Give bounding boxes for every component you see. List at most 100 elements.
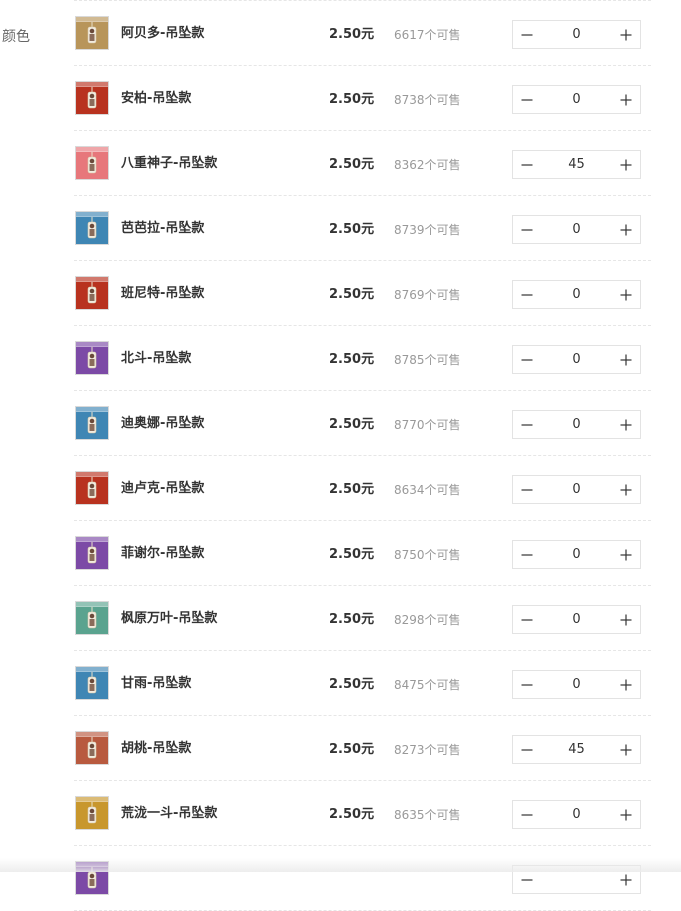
keychain-image-icon xyxy=(76,147,108,179)
decrease-button[interactable] xyxy=(513,86,541,113)
quantity-stepper xyxy=(512,540,641,569)
increase-button[interactable] xyxy=(612,411,640,438)
increase-button[interactable] xyxy=(612,541,640,568)
increase-button[interactable] xyxy=(612,606,640,633)
decrease-button[interactable] xyxy=(513,671,541,698)
increase-button[interactable] xyxy=(612,866,640,893)
plus-icon xyxy=(620,744,632,755)
quantity-input[interactable] xyxy=(541,606,612,633)
quantity-stepper xyxy=(512,865,641,894)
quantity-input[interactable] xyxy=(541,671,612,698)
sku-row: 北斗-吊坠款 2.50元 8785个可售 xyxy=(74,326,651,391)
keychain-image-icon xyxy=(76,277,108,309)
product-thumbnail[interactable] xyxy=(75,536,109,570)
decrease-button[interactable] xyxy=(513,866,541,893)
product-name: 安柏-吊坠款 xyxy=(121,91,192,106)
keychain-image-icon xyxy=(76,82,108,114)
decrease-button[interactable] xyxy=(513,216,541,243)
quantity-input[interactable] xyxy=(541,736,612,763)
quantity-input[interactable] xyxy=(541,476,612,503)
sku-row: 班尼特-吊坠款 2.50元 8769个可售 xyxy=(74,261,651,326)
product-price: 2.50元 xyxy=(329,547,375,562)
stock-count: 8769个可售 xyxy=(394,288,461,302)
product-thumbnail[interactable] xyxy=(75,666,109,700)
stock-count: 8750个可售 xyxy=(394,548,461,562)
minus-icon xyxy=(521,163,533,166)
quantity-input[interactable] xyxy=(541,21,612,48)
decrease-button[interactable] xyxy=(513,151,541,178)
minus-icon xyxy=(521,293,533,296)
plus-icon xyxy=(620,419,632,430)
product-price: 2.50元 xyxy=(329,807,375,822)
product-thumbnail[interactable] xyxy=(75,276,109,310)
keychain-image-icon xyxy=(76,472,108,504)
increase-button[interactable] xyxy=(612,476,640,503)
sku-row: 荒泷一斗-吊坠款 2.50元 8635个可售 xyxy=(74,781,651,846)
sku-row: 甘雨-吊坠款 2.50元 8475个可售 xyxy=(74,651,651,716)
increase-button[interactable] xyxy=(612,801,640,828)
keychain-image-icon xyxy=(76,537,108,569)
plus-icon xyxy=(620,484,632,495)
product-thumbnail[interactable] xyxy=(75,796,109,830)
minus-icon xyxy=(521,683,533,686)
increase-button[interactable] xyxy=(612,346,640,373)
sku-list: 阿贝多-吊坠款 2.50元 6617个可售 0 安柏-吊坠款 2.50元 873… xyxy=(74,0,651,911)
decrease-button[interactable] xyxy=(513,21,541,48)
keychain-image-icon xyxy=(76,407,108,439)
product-thumbnail[interactable] xyxy=(75,861,109,895)
decrease-button[interactable] xyxy=(513,346,541,373)
quantity-input[interactable] xyxy=(541,866,612,893)
product-price: 2.50元 xyxy=(329,157,375,172)
product-name: 甘雨-吊坠款 xyxy=(121,676,192,691)
minus-icon xyxy=(521,553,533,556)
increase-button[interactable] xyxy=(612,151,640,178)
decrease-button[interactable] xyxy=(513,411,541,438)
stock-count: 8298个可售 xyxy=(394,613,461,627)
plus-icon xyxy=(620,679,632,690)
product-thumbnail[interactable] xyxy=(75,81,109,115)
product-thumbnail[interactable] xyxy=(75,601,109,635)
decrease-button[interactable] xyxy=(513,801,541,828)
decrease-button[interactable] xyxy=(513,736,541,763)
product-thumbnail[interactable] xyxy=(75,16,109,50)
stock-count: 8738个可售 xyxy=(394,93,461,107)
sku-row: 胡桃-吊坠款 2.50元 8273个可售 xyxy=(74,716,651,781)
increase-button[interactable] xyxy=(612,671,640,698)
product-price: 2.50元 xyxy=(329,287,375,302)
product-price: 2.50元 xyxy=(329,742,375,757)
increase-button[interactable] xyxy=(612,216,640,243)
decrease-button[interactable] xyxy=(513,281,541,308)
minus-icon xyxy=(521,488,533,491)
quantity-input[interactable] xyxy=(541,801,612,828)
product-thumbnail[interactable] xyxy=(75,731,109,765)
plus-icon xyxy=(620,289,632,300)
quantity-input[interactable] xyxy=(541,541,612,568)
product-thumbnail[interactable] xyxy=(75,211,109,245)
increase-button[interactable] xyxy=(612,86,640,113)
increase-button[interactable] xyxy=(612,736,640,763)
product-thumbnail[interactable] xyxy=(75,146,109,180)
product-price: 2.50元 xyxy=(329,482,375,497)
product-price: 2.50元 xyxy=(329,352,375,367)
keychain-image-icon xyxy=(76,667,108,699)
increase-button[interactable] xyxy=(612,281,640,308)
minus-icon xyxy=(521,748,533,751)
decrease-button[interactable] xyxy=(513,606,541,633)
quantity-input[interactable] xyxy=(541,86,612,113)
product-thumbnail[interactable] xyxy=(75,471,109,505)
decrease-button[interactable] xyxy=(513,476,541,503)
product-name: 荒泷一斗-吊坠款 xyxy=(121,806,218,821)
quantity-input[interactable] xyxy=(541,346,612,373)
product-thumbnail[interactable] xyxy=(75,406,109,440)
increase-button[interactable] xyxy=(612,21,640,48)
quantity-input[interactable] xyxy=(541,411,612,438)
quantity-input[interactable] xyxy=(541,216,612,243)
sku-row xyxy=(74,846,651,911)
product-thumbnail[interactable] xyxy=(75,341,109,375)
minus-icon xyxy=(521,878,533,881)
decrease-button[interactable] xyxy=(513,541,541,568)
quantity-input[interactable] xyxy=(541,151,612,178)
quantity-stepper xyxy=(512,280,641,309)
stock-count: 8273个可售 xyxy=(394,743,461,757)
quantity-input[interactable] xyxy=(541,281,612,308)
